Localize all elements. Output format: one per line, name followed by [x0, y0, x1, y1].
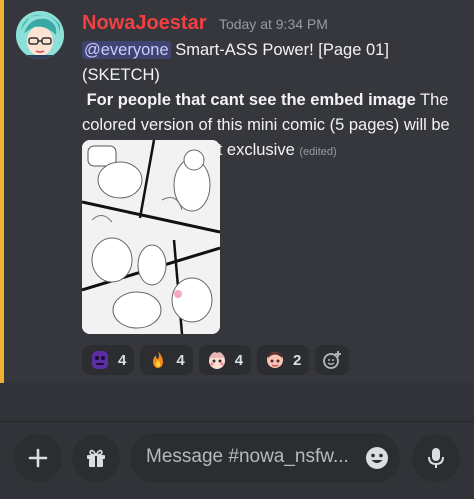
message-input-placeholder: Message #nowa_nsfw...: [146, 446, 349, 467]
custom-emoji-1-icon: [208, 352, 225, 369]
image-attachment[interactable]: [82, 140, 220, 334]
user-avatar[interactable]: [16, 11, 64, 59]
message-composer: Message #nowa_nsfw...: [0, 421, 474, 499]
message-bold-text: For people that cant see the embed image: [86, 91, 416, 109]
voice-message-button[interactable]: [412, 434, 460, 482]
purple-face-emoji-icon: [92, 351, 108, 369]
everyone-mention[interactable]: @everyone: [82, 41, 171, 59]
edited-label: (edited): [299, 146, 337, 158]
gift-button[interactable]: [72, 434, 120, 482]
message-timestamp: Today at 9:34 PM: [218, 16, 328, 32]
add-reaction-button[interactable]: [315, 345, 350, 375]
plus-icon: [28, 448, 48, 468]
reactions-bar: 4 4 4 2: [82, 345, 350, 375]
gift-icon: [87, 449, 105, 467]
fire-emoji-icon: [153, 351, 164, 368]
message-header: NowaJoestar Today at 9:34 PM: [82, 12, 328, 35]
add-reaction-icon: [323, 351, 342, 369]
reaction-custom-1[interactable]: 4: [198, 345, 252, 375]
microphone-icon: [428, 448, 444, 468]
reaction-count: 4: [118, 351, 127, 369]
message-item[interactable]: NowaJoestar Today at 9:34 PM @everyone S…: [0, 0, 474, 383]
reaction-count: 4: [176, 351, 185, 369]
message-input[interactable]: Message #nowa_nsfw...: [130, 433, 400, 483]
reaction-purple-face[interactable]: 4: [82, 345, 135, 375]
author-name[interactable]: NowaJoestar: [82, 12, 207, 34]
reaction-count: 2: [293, 351, 302, 369]
reaction-count: 4: [234, 351, 244, 369]
add-attachment-button[interactable]: [14, 434, 62, 482]
reaction-custom-2[interactable]: 2: [257, 345, 310, 375]
custom-emoji-2-icon: [267, 352, 284, 368]
reaction-fire[interactable]: 4: [140, 345, 193, 375]
emoji-picker-icon[interactable]: [364, 445, 390, 471]
